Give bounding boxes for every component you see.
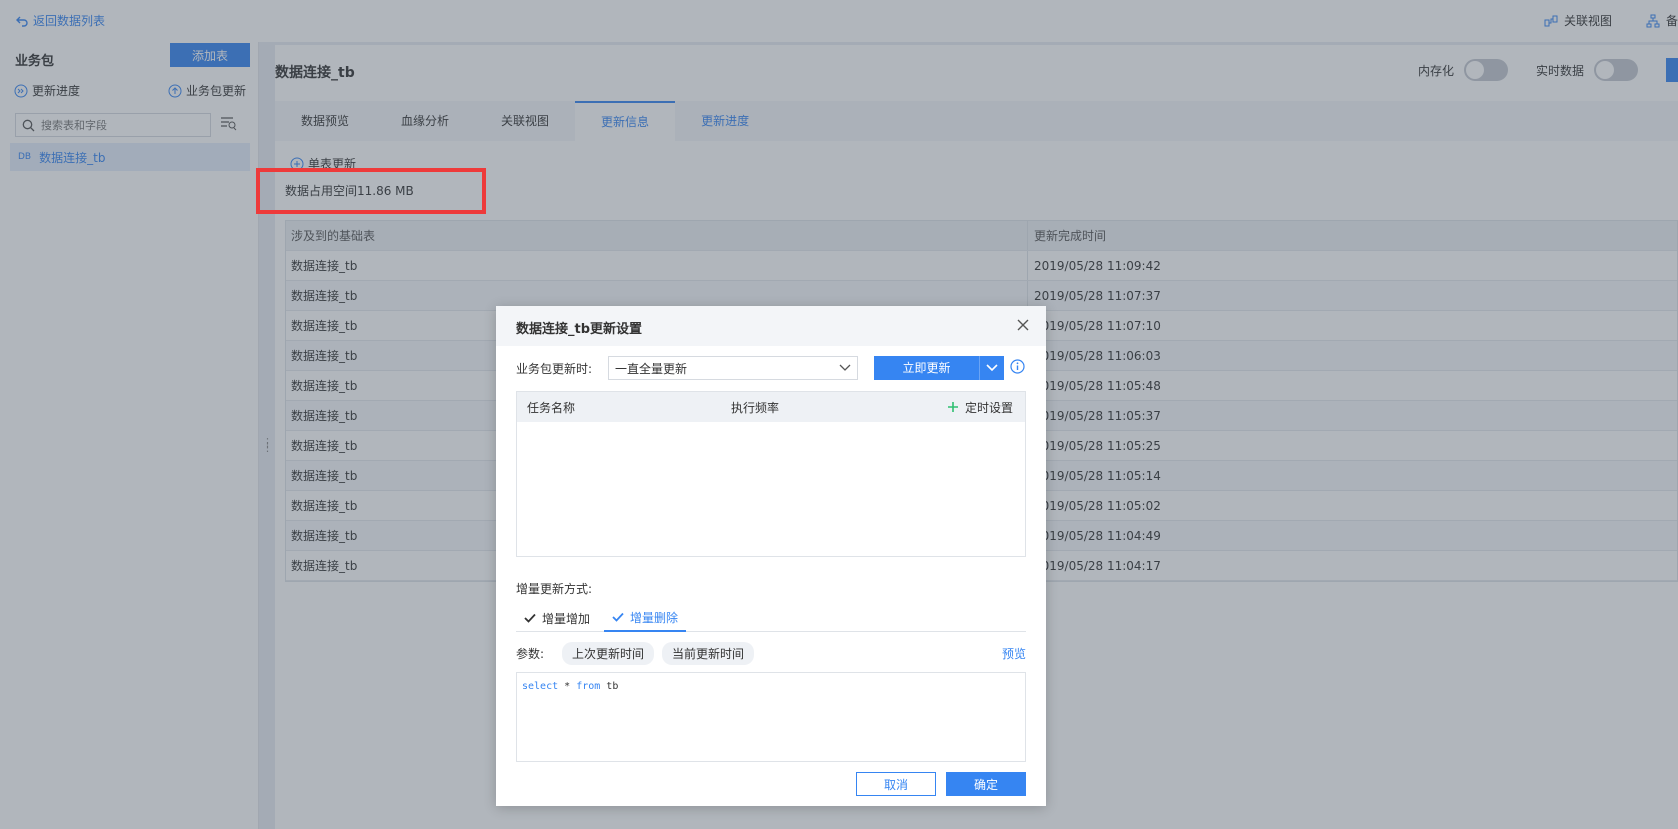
chevron-down-icon (839, 364, 851, 371)
update-mode-row: 业务包更新时: 一直全量更新 立即更新 (516, 356, 1025, 380)
sql-star: * (558, 681, 577, 692)
cancel-button[interactable]: 取消 (856, 772, 936, 796)
tab-incremental-add[interactable]: 增量增加 (516, 604, 598, 632)
dialog-header: 数据连接_tb更新设置 (496, 306, 1046, 346)
incremental-label: 增量更新方式: (516, 582, 593, 596)
dialog-close-button[interactable] (1012, 314, 1034, 336)
incremental-add-label: 增量增加 (542, 611, 591, 626)
sql-keyword-select: select (522, 681, 559, 692)
params-label: 参数: (516, 647, 545, 661)
dialog-footer: 取消 确定 (496, 766, 1046, 806)
close-icon (1017, 319, 1029, 331)
plus-icon (947, 402, 958, 412)
check-icon (524, 613, 536, 623)
task-name-header: 任务名称 (527, 400, 576, 415)
task-freq-header: 执行频率 (731, 400, 780, 415)
sql-table-name: tb (600, 681, 619, 692)
param-chip-current-update[interactable]: 当前更新时间 (662, 642, 755, 665)
chevron-down-icon (986, 364, 998, 372)
update-now-button[interactable]: 立即更新 (874, 356, 1004, 380)
update-mode-select[interactable]: 一直全量更新 (608, 356, 858, 380)
confirm-button[interactable]: 确定 (946, 772, 1026, 796)
incremental-delete-label: 增量删除 (630, 610, 679, 625)
task-table-header: 任务名称 执行频率 定时设置 (517, 392, 1025, 422)
check-icon (612, 612, 624, 622)
schedule-task-table: 任务名称 执行频率 定时设置 (516, 391, 1026, 557)
update-when-label: 业务包更新时: (516, 361, 593, 376)
dialog-title: 数据连接_tb更新设置 (516, 322, 643, 337)
update-now-label: 立即更新 (874, 356, 980, 380)
tab-incremental-delete[interactable]: 增量删除 (604, 604, 687, 632)
update-settings-dialog: 数据连接_tb更新设置 业务包更新时: 一直全量更新 立即更新 任务名称 执行频… (496, 306, 1046, 806)
sql-keyword-from: from (576, 681, 601, 692)
add-schedule-button[interactable]: 定时设置 (947, 399, 1013, 416)
param-chip-last-update[interactable]: 上次更新时间 (562, 642, 655, 665)
add-schedule-label: 定时设置 (964, 400, 1013, 415)
info-icon[interactable] (1010, 359, 1025, 377)
incremental-tabs: 增量增加 增量删除 (516, 604, 1026, 632)
update-now-dropdown[interactable] (980, 356, 1004, 380)
preview-link[interactable]: 预览 (1002, 645, 1026, 662)
params-row: 参数: 上次更新时间 当前更新时间 预览 (516, 642, 1026, 665)
sql-editor[interactable]: select * from tb (516, 672, 1026, 762)
update-mode-value: 一直全量更新 (615, 361, 688, 376)
